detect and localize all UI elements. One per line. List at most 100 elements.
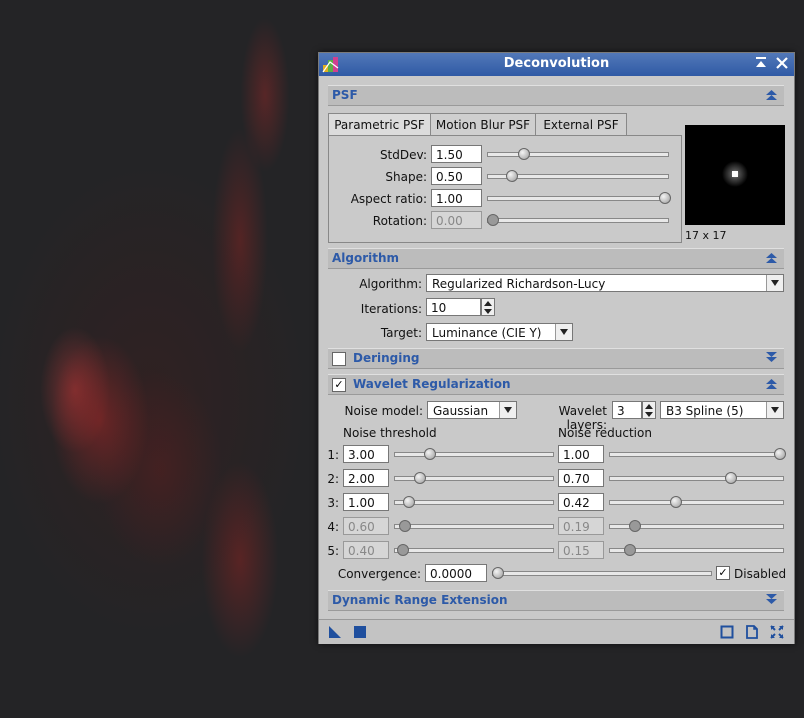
noise-reduction-field: 0.19 <box>558 517 604 535</box>
wavelet-section-bar[interactable]: ✓ Wavelet Regularization <box>328 374 784 395</box>
chevron-down-icon[interactable] <box>555 324 572 340</box>
stddev-field[interactable]: 1.50 <box>431 145 482 163</box>
window-title: Deconvolution <box>503 56 610 71</box>
tab-parametric-psf[interactable]: Parametric PSF <box>328 113 431 137</box>
wavelet-checkbox[interactable]: ✓ <box>332 378 346 392</box>
noise-threshold-field[interactable]: 1.00 <box>343 493 389 511</box>
iterations-spinner[interactable] <box>481 298 495 316</box>
dynamic-range-section-label: Dynamic Range Extension <box>332 593 508 607</box>
close-icon[interactable] <box>774 56 790 72</box>
psf-section-bar[interactable]: PSF <box>328 85 784 106</box>
expand-chevron-icon[interactable] <box>765 351 778 364</box>
scaling-function-select[interactable]: B3 Spline (5) <box>660 401 784 419</box>
deringing-section-label: Deringing <box>353 351 420 365</box>
noise-reduction-slider-knob[interactable] <box>670 496 683 508</box>
layer-index: 5: <box>327 544 339 558</box>
reset-icon[interactable] <box>770 625 784 639</box>
noise-reduction-slider-track[interactable] <box>609 476 784 481</box>
noise-reduction-field[interactable]: 0.42 <box>558 493 604 511</box>
noise-reduction-slider-track[interactable] <box>609 452 784 457</box>
parametric-psf-panel: StdDev: 1.50 Shape: 0.50 Aspect ratio: 1… <box>328 135 682 243</box>
expand-chevron-icon[interactable] <box>765 593 778 606</box>
noise-threshold-slider-track <box>394 524 554 529</box>
noise-reduction-slider-knob[interactable] <box>724 472 737 484</box>
layer-index: 4: <box>327 520 339 534</box>
wavelet-layers-spinner[interactable] <box>642 401 656 419</box>
noise-reduction-slider-knob <box>628 520 641 532</box>
aspect-ratio-label: Aspect ratio: <box>350 192 427 206</box>
stddev-slider-track[interactable] <box>487 152 669 157</box>
noise-reduction-field[interactable]: 0.70 <box>558 469 604 487</box>
chevron-down-icon[interactable] <box>766 402 783 418</box>
noise-reduction-header: Noise reduction <box>558 426 652 440</box>
shape-field[interactable]: 0.50 <box>431 167 482 185</box>
stddev-label: StdDev: <box>379 148 427 162</box>
noise-reduction-slider-knob <box>623 544 636 556</box>
noise-threshold-field[interactable]: 2.00 <box>343 469 389 487</box>
layer-index: 3: <box>327 496 339 510</box>
spin-up-icon[interactable] <box>645 404 653 409</box>
target-select[interactable]: Luminance (CIE Y) <box>426 323 573 341</box>
collapse-chevron-icon[interactable] <box>765 88 778 101</box>
disabled-checkbox[interactable]: ✓ <box>716 566 730 580</box>
deringing-section-bar[interactable]: Deringing <box>328 348 784 369</box>
noise-threshold-slider-track[interactable] <box>394 452 554 457</box>
chevron-down-icon[interactable] <box>766 275 783 291</box>
noise-threshold-slider-knob <box>398 520 411 532</box>
layer-index: 1: <box>327 448 339 462</box>
noise-reduction-slider-track[interactable] <box>609 500 784 505</box>
iterations-field[interactable]: 10 <box>426 298 481 316</box>
psf-size-label: 17 x 17 <box>685 229 727 242</box>
spin-up-icon[interactable] <box>484 301 492 306</box>
title-bar[interactable]: Deconvolution <box>319 53 794 76</box>
collapse-chevron-icon[interactable] <box>765 377 778 390</box>
shade-icon[interactable] <box>753 56 769 72</box>
algorithm-section-bar[interactable]: Algorithm <box>328 248 784 269</box>
noise-threshold-slider-knob[interactable] <box>403 496 415 508</box>
disabled-label: Disabled <box>734 567 787 581</box>
target-select-value: Luminance (CIE Y) <box>432 326 542 340</box>
noise-threshold-field: 0.60 <box>343 517 389 535</box>
browse-documentation-icon[interactable] <box>745 625 759 639</box>
new-instance-icon[interactable] <box>328 625 342 639</box>
noise-model-select[interactable]: Gaussian <box>427 401 517 419</box>
rotation-slider-track <box>487 218 669 223</box>
convergence-slider-track[interactable] <box>492 571 712 576</box>
algorithm-select[interactable]: Regularized Richardson-Lucy <box>426 274 784 292</box>
noise-threshold-header: Noise threshold <box>343 426 437 440</box>
algorithm-label: Algorithm: <box>359 277 422 291</box>
process-control-bar <box>319 619 794 644</box>
noise-threshold-slider-track[interactable] <box>394 500 554 505</box>
tab-motion-blur-psf[interactable]: Motion Blur PSF <box>430 113 536 136</box>
shape-slider-knob[interactable] <box>505 170 518 182</box>
aspect-ratio-slider-knob[interactable] <box>659 192 671 204</box>
preview-icon[interactable] <box>720 625 734 639</box>
noise-reduction-field[interactable]: 1.00 <box>558 445 604 463</box>
noise-threshold-field[interactable]: 3.00 <box>343 445 389 463</box>
apply-global-icon[interactable] <box>353 625 367 639</box>
spin-down-icon[interactable] <box>484 309 492 314</box>
noise-threshold-slider-knob[interactable] <box>413 472 426 484</box>
wavelet-layers-field[interactable]: 3 <box>612 401 642 419</box>
shape-label: Shape: <box>385 170 427 184</box>
convergence-slider-knob[interactable] <box>492 567 504 579</box>
layer-index: 2: <box>327 472 339 486</box>
wavelet-section-label: Wavelet Regularization <box>353 377 511 391</box>
noise-threshold-slider-knob[interactable] <box>424 448 436 460</box>
collapse-chevron-icon[interactable] <box>765 251 778 264</box>
iterations-label: Iterations: <box>360 302 422 316</box>
convergence-field[interactable]: 0.0000 <box>425 564 487 582</box>
noise-reduction-slider-knob[interactable] <box>774 448 786 460</box>
dynamic-range-section-bar[interactable]: Dynamic Range Extension <box>328 590 784 611</box>
chevron-down-icon[interactable] <box>499 402 516 418</box>
tab-external-psf[interactable]: External PSF <box>535 113 627 136</box>
algorithm-select-value: Regularized Richardson-Lucy <box>432 277 606 291</box>
stddev-slider-knob[interactable] <box>517 148 530 160</box>
aspect-ratio-slider-track[interactable] <box>487 196 669 201</box>
rotation-label: Rotation: <box>372 214 427 228</box>
psf-preview <box>685 125 785 225</box>
noise-model-value: Gaussian <box>433 404 489 418</box>
deringing-checkbox[interactable] <box>332 352 346 366</box>
spin-down-icon[interactable] <box>645 412 653 417</box>
aspect-ratio-field[interactable]: 1.00 <box>431 189 482 207</box>
